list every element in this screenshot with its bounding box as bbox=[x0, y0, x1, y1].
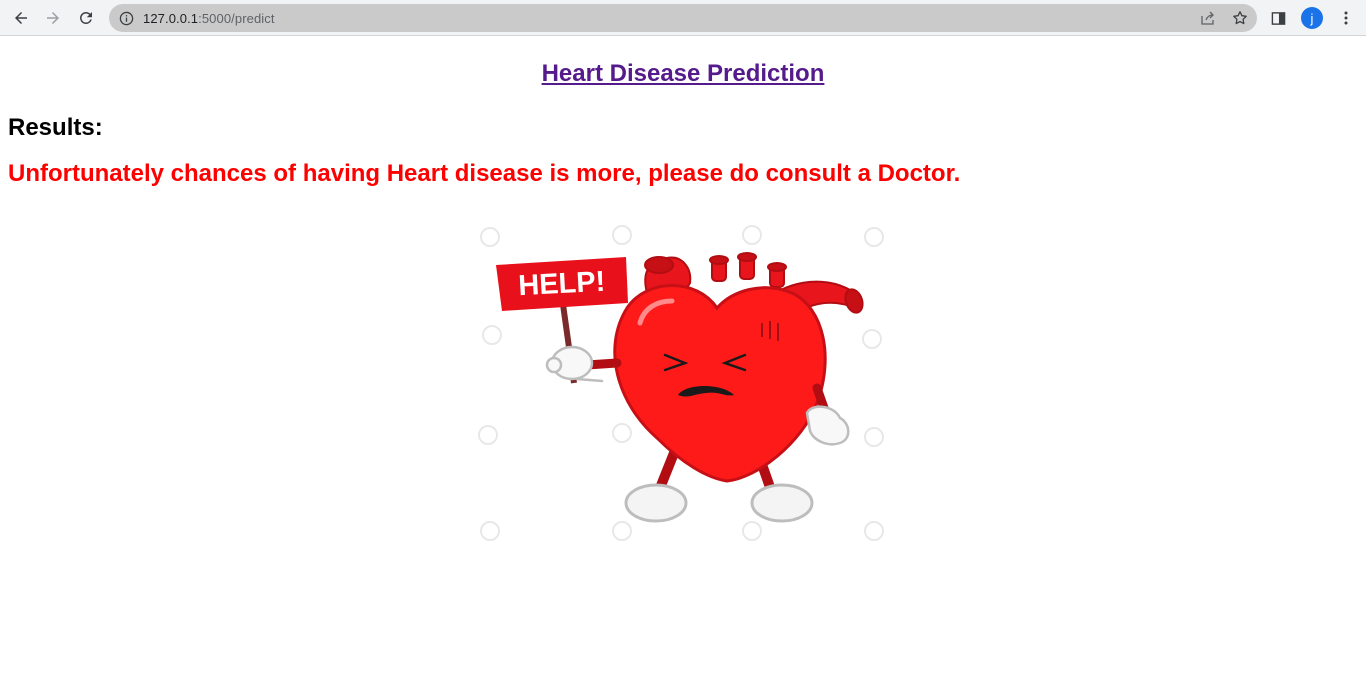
help-sign: HELP! bbox=[496, 257, 628, 311]
back-arrow-icon bbox=[15, 12, 27, 24]
sign-text: HELP! bbox=[518, 266, 607, 303]
help-heart-illustration: HELP! bbox=[462, 213, 902, 558]
results-heading: Results: bbox=[8, 114, 103, 141]
result-message: Unfortunately chances of having Heart di… bbox=[8, 160, 961, 187]
share-icon[interactable] bbox=[1197, 7, 1219, 29]
profile-button[interactable]: j bbox=[1300, 6, 1324, 30]
right-shoe bbox=[750, 483, 814, 523]
url-path: :5000/predict bbox=[198, 10, 275, 26]
menu-kebab-icon[interactable] bbox=[1334, 6, 1358, 30]
left-shoe bbox=[624, 483, 688, 523]
back-button[interactable] bbox=[7, 4, 35, 32]
browser-toolbar: 127.0.0.1:5000/predict j bbox=[0, 0, 1366, 36]
reload-icon bbox=[79, 11, 92, 24]
right-glove bbox=[805, 405, 850, 446]
reload-button[interactable] bbox=[72, 4, 100, 32]
forward-button[interactable] bbox=[39, 4, 67, 32]
avatar: j bbox=[1301, 7, 1323, 29]
page-title-link[interactable]: Heart Disease Prediction bbox=[8, 60, 1358, 88]
forward-arrow-icon bbox=[47, 12, 59, 24]
site-info-icon[interactable] bbox=[118, 10, 134, 26]
url-host: 127.0.0.1 bbox=[143, 10, 199, 26]
address-bar[interactable]: 127.0.0.1:5000/predict bbox=[109, 4, 1257, 32]
page-content: Heart Disease Prediction Results: Unfort… bbox=[0, 60, 1366, 188]
bookmark-star-icon[interactable] bbox=[1229, 7, 1251, 29]
url-text: 127.0.0.1:5000/predict bbox=[143, 11, 275, 26]
side-panel-icon[interactable] bbox=[1266, 6, 1290, 30]
